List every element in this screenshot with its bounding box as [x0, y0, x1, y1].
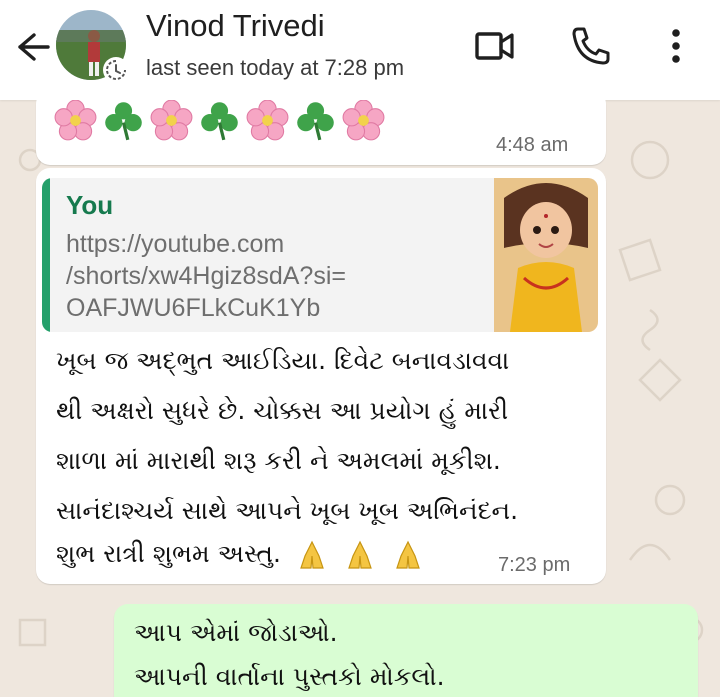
message-time: 7:23 pm	[498, 554, 571, 576]
back-arrow-icon[interactable]	[12, 27, 52, 67]
quoted-message[interactable]: You https://youtube.com /shorts/xw4Hgiz8…	[42, 178, 598, 332]
message-text-line: આપની વાર્તાના પુસ્તકો મોકલો.	[134, 662, 445, 691]
more-options-icon[interactable]	[652, 22, 700, 70]
incoming-message[interactable]: 4:48 am	[36, 100, 606, 165]
message-text-line: સાનંદાશ્ચર્ય સાથે આપને ખૂબ ખૂબ અભિનંદન.	[56, 496, 519, 525]
chat-area[interactable]: 4:48 am You https://youtube.com /shorts/…	[0, 100, 720, 697]
message-time: 4:48 am	[496, 134, 569, 156]
quote-sender: You	[66, 190, 114, 220]
chat-header: Vinod Trivedi last seen today at 7:28 pm	[0, 0, 720, 100]
message-text-line-last: શુભ રાત્રી શુભમ અસ્તુ.	[56, 538, 425, 572]
message-text-line: થી અક્ષરો સુધરે છે. ચોક્કસ આ પ્રયોગ હું …	[56, 396, 509, 425]
shamrock-icon	[297, 102, 334, 141]
cherry-blossom-icon	[54, 100, 97, 141]
phone-icon[interactable]	[566, 22, 614, 70]
quote-link-line: https://youtube.com	[66, 230, 285, 258]
cherry-blossom-icon	[150, 100, 193, 141]
message-text-line: ખૂબ જ અદ્ભુત આઈડિયા. દિવેટ બનાવડાવવા	[56, 346, 510, 375]
message-text-line: શુભ રાત્રી શુભમ અસ્તુ.	[56, 539, 281, 568]
message-text-line: આપ એમાં જોડાઓ.	[134, 618, 338, 647]
video-call-icon[interactable]	[470, 22, 518, 70]
shamrock-icon	[201, 102, 238, 141]
last-seen-status: last seen today at 7:28 pm	[146, 55, 405, 80]
folded-hands-icon	[347, 540, 372, 569]
folded-hands-icon	[300, 540, 324, 569]
status-clock-icon	[103, 57, 129, 83]
quote-accent-bar	[42, 178, 50, 332]
shamrock-icon	[105, 102, 142, 141]
message-text-line: શાળા માં મારાથી શરૂ કરી ને અમલમાં મૂકીશ.	[56, 446, 501, 475]
incoming-message[interactable]: You https://youtube.com /shorts/xw4Hgiz8…	[36, 168, 606, 584]
quote-link-line: /shorts/xw4Hgiz8sdA?si=	[66, 262, 346, 290]
video-thumbnail	[494, 178, 598, 332]
cherry-blossom-icon	[246, 100, 289, 141]
emoji-row	[54, 100, 385, 143]
folded-hands-icon	[395, 540, 420, 569]
outgoing-message[interactable]: આપ એમાં જોડાઓ. આપની વાર્તાના પુસ્તકો મોક…	[114, 604, 698, 697]
contact-name[interactable]: Vinod Trivedi	[146, 8, 325, 44]
cherry-blossom-icon	[342, 100, 385, 141]
quote-link-line: OAFJWU6FLkCuK1Yb	[66, 294, 321, 322]
